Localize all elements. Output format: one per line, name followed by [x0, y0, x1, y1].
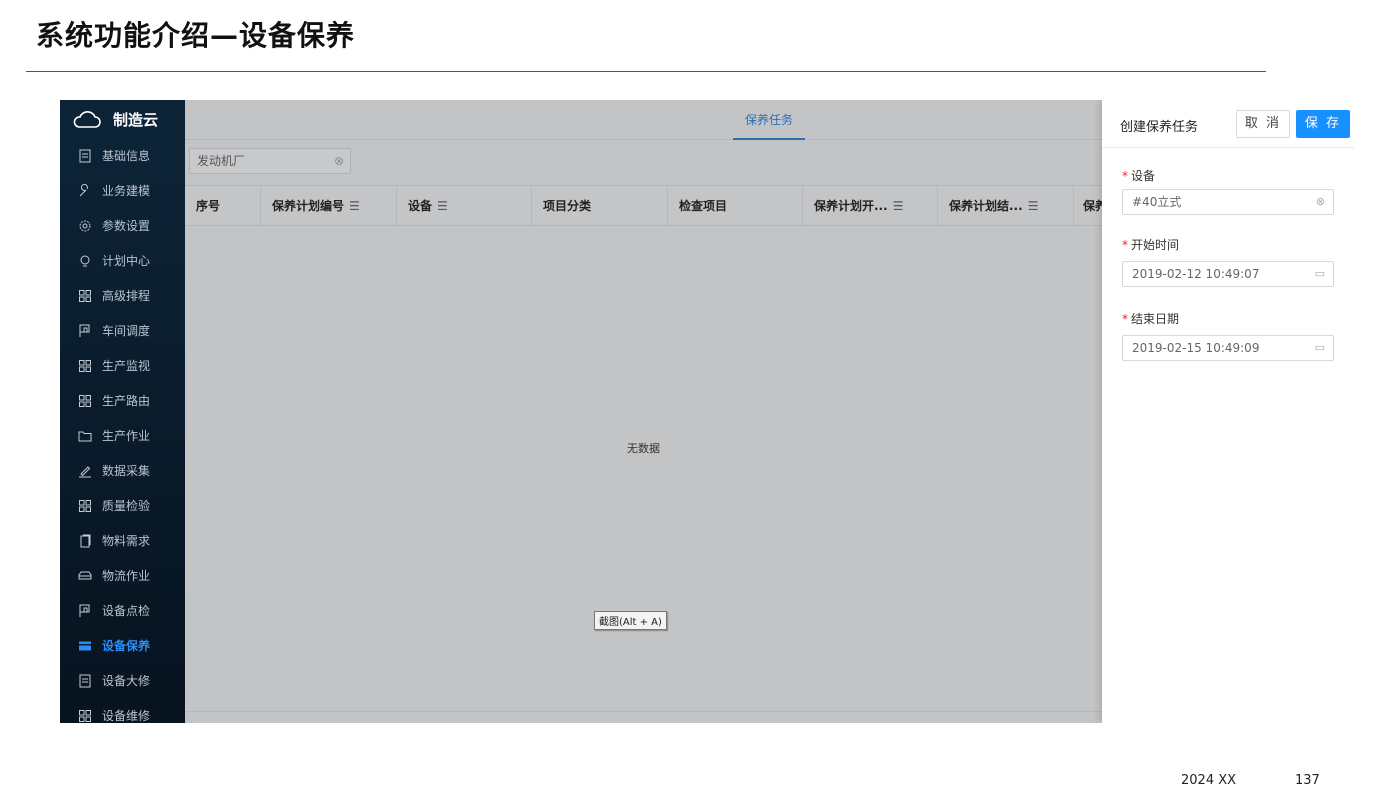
sidebar-item-equipment-maintenance[interactable]: 设备保养 [60, 628, 185, 663]
sidebar-item-label: 设备保养 [102, 639, 151, 653]
folder-icon [77, 428, 93, 444]
sidebar-item-label: 设备大修 [102, 674, 151, 688]
sidebar-item-label: 设备点检 [102, 604, 151, 618]
save-button[interactable]: 保 存 [1296, 110, 1350, 138]
title-divider [26, 71, 1266, 72]
grid-icon [77, 358, 93, 374]
sidebar-item-business-modeling[interactable]: 业务建模 [60, 173, 185, 208]
equipment-label: * 设备 [1122, 169, 1156, 183]
cancel-button[interactable]: 取 消 [1236, 110, 1290, 138]
end-date-field[interactable]: 2019-02-15 10:49:09 ▭ [1122, 335, 1334, 361]
brand-name: 制造云 [113, 110, 159, 129]
sidebar-item-label: 数据采集 [102, 464, 151, 478]
start-time-label: * 开始时间 [1122, 238, 1180, 252]
drawer-title: 创建保养任务 [1120, 120, 1199, 135]
gear-icon [77, 218, 93, 234]
pencil-icon [77, 463, 93, 479]
sort-icon[interactable]: ☰ [437, 199, 448, 213]
flag-icon [77, 323, 93, 339]
calendar-icon[interactable]: ▭ [1315, 262, 1325, 286]
sidebar-item-production-job[interactable]: 生产作业 [60, 418, 185, 453]
clear-icon[interactable]: ⊗ [1316, 190, 1325, 214]
equipment-value: #40立式 [1132, 195, 1182, 209]
sidebar-item-label: 计划中心 [102, 254, 151, 268]
brand[interactable]: 制造云 [60, 100, 185, 138]
sidebar-item-equipment-check[interactable]: 设备点检 [60, 593, 185, 628]
filter-value: 发动机厂 [197, 154, 246, 168]
sidebar-item-scheduling[interactable]: 高级排程 [60, 278, 185, 313]
slide-title: 系统功能介绍—设备保养 [36, 19, 356, 52]
calendar-icon[interactable]: ▭ [1315, 336, 1325, 360]
column-header-equipment[interactable]: 设备 ☰ [397, 186, 532, 226]
sidebar-item-label: 设备维修 [102, 709, 151, 723]
cloud-icon [73, 111, 101, 128]
sidebar-item-planning[interactable]: 计划中心 [60, 243, 185, 278]
sidebar-item-equipment-overhaul[interactable]: 设备大修 [60, 663, 185, 698]
sidebar-item-label: 质量检验 [102, 499, 151, 513]
column-header-more: 保养 [1083, 199, 1102, 213]
sidebar-item-label: 生产作业 [102, 429, 151, 443]
column-header-category: 项目分类 [532, 186, 668, 226]
table-footer-divider [185, 711, 1102, 712]
sidebar-item-production-monitor[interactable]: 生产监视 [60, 348, 185, 383]
table-header: 序号 保养计划编号 ☰ 设备 ☰ 项目分类 检查项目 保养计划开... ☰ 保养计划结… [185, 185, 1102, 226]
column-header-index: 序号 [185, 186, 261, 226]
bulb-icon [77, 253, 93, 269]
sidebar-item-logistics[interactable]: 物流作业 [60, 558, 185, 593]
tab-bar: 保养任务 [185, 100, 1102, 140]
sidebar-item-material-demand[interactable]: 物料需求 [60, 523, 185, 558]
clear-icon[interactable]: ⊗ [334, 149, 344, 173]
sidebar-item-equipment-repair[interactable]: 设备维修 [60, 698, 185, 723]
sort-icon[interactable]: ☰ [349, 199, 360, 213]
start-time-value: 2019-02-12 10:49:07 [1132, 267, 1260, 281]
grid-icon [77, 288, 93, 304]
end-date-value: 2019-02-15 10:49:09 [1132, 341, 1260, 355]
grid-icon [77, 393, 93, 409]
screenshot-tooltip: 截图(Alt + A) [594, 611, 667, 630]
sort-icon[interactable]: ☰ [893, 199, 904, 213]
drawer-header: 创建保养任务 取 消 保 存 [1102, 100, 1354, 148]
sidebar-item-workshop-dispatch[interactable]: 车间调度 [60, 313, 185, 348]
sidebar-item-label: 生产监视 [102, 359, 151, 373]
grid-icon [77, 498, 93, 514]
empty-state-text: 无数据 [627, 442, 660, 455]
sidebar-item-quality-inspection[interactable]: 质量检验 [60, 488, 185, 523]
sidebar-item-parameters[interactable]: 参数设置 [60, 208, 185, 243]
page-number: 137 [1295, 773, 1320, 788]
tab-maintenance-tasks[interactable]: 保养任务 [733, 100, 805, 140]
sidebar-item-basic-info[interactable]: 基础信息 [60, 138, 185, 173]
sidebar-item-label: 物料需求 [102, 534, 151, 548]
sort-icon[interactable]: ☰ [1028, 199, 1039, 213]
column-header-check-item: 检查项目 [668, 186, 803, 226]
start-time-field[interactable]: 2019-02-12 10:49:07 ▭ [1122, 261, 1334, 287]
document-icon [77, 673, 93, 689]
sidebar-item-label: 生产路由 [102, 394, 151, 408]
wrench-icon [77, 183, 93, 199]
equipment-field[interactable]: #40立式 ⊗ [1122, 189, 1334, 215]
app-window: 制造云 基础信息 业务建模 参数设置 计划中心 高级排程 车间调度 生产监视 生… [60, 100, 1354, 723]
create-task-drawer: 创建保养任务 取 消 保 存 * 设备 #40立式 ⊗ * 开始时间 2019-02… [1102, 100, 1354, 723]
card-icon [77, 638, 93, 654]
sidebar-item-production-routing[interactable]: 生产路由 [60, 383, 185, 418]
car-icon [77, 568, 93, 584]
sidebar: 制造云 基础信息 业务建模 参数设置 计划中心 高级排程 车间调度 生产监视 生… [60, 100, 185, 723]
document-icon [77, 148, 93, 164]
sidebar-item-label: 业务建模 [102, 184, 151, 198]
copy-icon [77, 533, 93, 549]
sidebar-item-label: 物流作业 [102, 569, 151, 583]
end-date-label: * 结束日期 [1122, 312, 1180, 326]
grid-icon [77, 708, 93, 724]
column-header-plan-start[interactable]: 保养计划开... ☰ [803, 186, 938, 226]
sidebar-item-label: 车间调度 [102, 324, 151, 338]
footer-date: 2024 XX [1181, 773, 1237, 788]
column-header-plan-number[interactable]: 保养计划编号 ☰ [261, 186, 397, 226]
sidebar-item-label: 高级排程 [102, 289, 151, 303]
sidebar-item-label: 基础信息 [102, 149, 151, 163]
flag-icon [77, 603, 93, 619]
sidebar-item-label: 参数设置 [102, 219, 151, 233]
sidebar-item-data-collection[interactable]: 数据采集 [60, 453, 185, 488]
main-content: 保养任务 发动机厂 ⊗ 序号 保养计划编号 ☰ 设备 ☰ 项目分类 检查项目 保养计… [185, 100, 1102, 723]
column-header-plan-end[interactable]: 保养计划结... ☰ [938, 186, 1074, 226]
factory-filter-input[interactable]: 发动机厂 ⊗ [189, 148, 351, 174]
